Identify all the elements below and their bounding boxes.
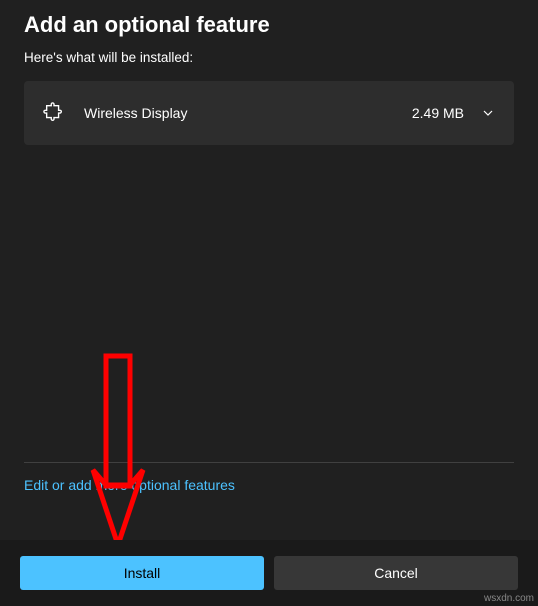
bottom-section: Edit or add more optional features (24, 462, 514, 495)
install-button[interactable]: Install (20, 556, 264, 590)
feature-name: Wireless Display (84, 105, 412, 121)
cancel-button[interactable]: Cancel (274, 556, 518, 590)
puzzle-icon (42, 101, 66, 125)
divider (24, 462, 514, 463)
dialog-footer: Install Cancel (0, 540, 538, 606)
dialog-content: Add an optional feature Here's what will… (0, 0, 538, 145)
edit-features-link[interactable]: Edit or add more optional features (24, 477, 235, 493)
chevron-down-icon (480, 105, 496, 121)
dialog-subtitle: Here's what will be installed: (24, 50, 514, 65)
feature-row[interactable]: Wireless Display 2.49 MB (24, 81, 514, 145)
watermark-text: wsxdn.com (484, 593, 534, 604)
feature-size: 2.49 MB (412, 105, 464, 121)
annotation-arrow (90, 350, 150, 550)
dialog-title: Add an optional feature (24, 12, 514, 38)
